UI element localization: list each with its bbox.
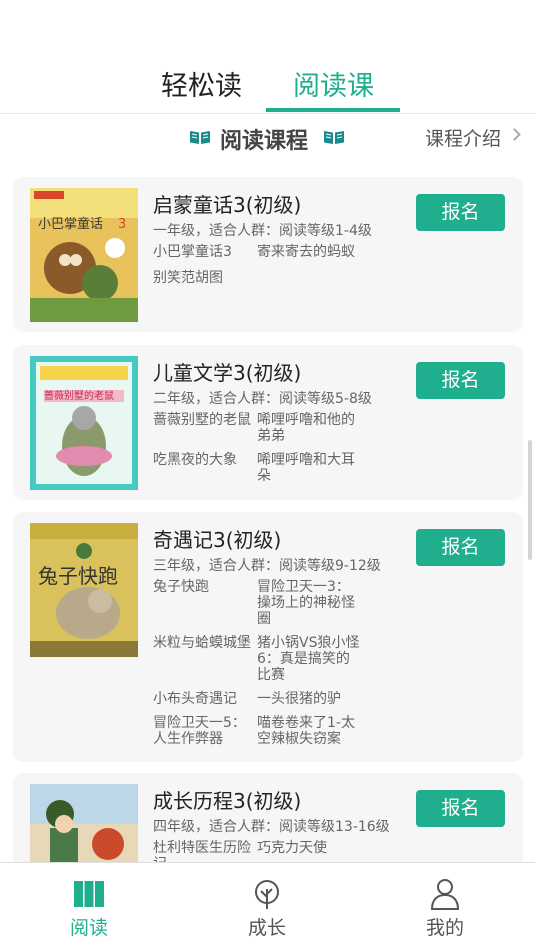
- course-card[interactable]: 小巴掌童话 3 启蒙童话3(初级) 一年级，适合人群：阅读等级1-4级 小巴掌童…: [13, 177, 523, 332]
- book-item[interactable]: 冒险卫天一5：人生作弊器: [153, 715, 257, 747]
- book-icon: [74, 881, 104, 907]
- course-cover-image[interactable]: [30, 784, 138, 862]
- nav-item-mine[interactable]: 我的: [356, 863, 534, 951]
- course-cover-image[interactable]: 兔子快跑: [30, 523, 138, 657]
- open-book-icon: [190, 131, 210, 144]
- course-card[interactable]: 成长历程3(初级) 四年级，适合人群：阅读等级13-16级 杜利特医生历险记 巧…: [13, 773, 523, 862]
- enroll-button[interactable]: 报名: [416, 529, 505, 566]
- cover-number-text: 3: [118, 217, 126, 232]
- book-list: 小巴掌童话3 寄来寄去的蚂蚁 别笑范胡图: [153, 244, 369, 286]
- course-intro-link[interactable]: 课程介绍: [425, 124, 501, 151]
- book-item[interactable]: 巧克力天使: [257, 840, 361, 862]
- book-item[interactable]: 唏哩呼噜和他的弟弟: [257, 412, 361, 444]
- course-meta: 三年级，适合人群：阅读等级9-12级: [153, 558, 381, 574]
- course-cover-image[interactable]: 蔷薇别墅的老鼠: [30, 356, 138, 490]
- tab-easy-reading[interactable]: 轻松读: [161, 64, 242, 103]
- nav-label: 我的: [425, 917, 464, 939]
- nav-label: 成长: [247, 917, 286, 939]
- book-item[interactable]: 喵卷卷来了1-太空辣椒失窃案: [257, 715, 361, 747]
- book-item[interactable]: 寄来寄去的蚂蚁: [257, 244, 361, 260]
- enroll-button[interactable]: 报名: [416, 194, 505, 231]
- course-meta: 一年级，适合人群：阅读等级1-4级: [153, 223, 372, 239]
- course-list[interactable]: 小巴掌童话 3 启蒙童话3(初级) 一年级，适合人群：阅读等级1-4级 小巴掌童…: [0, 160, 535, 862]
- course-meta: 四年级，适合人群：阅读等级13-16级: [153, 819, 390, 835]
- course-title: 儿童文学3(初级): [153, 361, 302, 385]
- course-title: 启蒙童话3(初级): [153, 193, 302, 217]
- open-book-icon: [324, 131, 344, 144]
- book-list: 兔子快跑 冒险卫天一3：操场上的神秘怪圈 米粒与蛤蟆城堡 猪小锅VS狼小怪6：真…: [153, 579, 369, 747]
- enroll-button[interactable]: 报名: [416, 790, 505, 827]
- nav-item-growth[interactable]: 成长: [178, 863, 356, 951]
- section-title: 阅读课程: [220, 129, 309, 154]
- course-title: 成长历程3(初级): [153, 789, 302, 813]
- scrollbar[interactable]: [528, 440, 532, 560]
- book-item[interactable]: 米粒与蛤蟆城堡: [153, 635, 257, 683]
- book-item[interactable]: 小巴掌童话3: [153, 244, 257, 260]
- course-card[interactable]: 兔子快跑 奇遇记3(初级) 三年级，适合人群：阅读等级9-12级 兔子快跑 冒险…: [13, 512, 523, 762]
- active-tab-indicator: [266, 108, 400, 112]
- cover-title-text: 小巴掌童话: [38, 216, 103, 232]
- book-item[interactable]: 兔子快跑: [153, 579, 257, 627]
- enroll-button[interactable]: 报名: [416, 362, 505, 399]
- book-item[interactable]: 吃黑夜的大象: [153, 452, 257, 484]
- cover-title-text: 蔷薇别墅的老鼠: [44, 389, 114, 402]
- nav-item-reading[interactable]: 阅读: [0, 863, 178, 951]
- course-meta: 二年级，适合人群：阅读等级5-8级: [153, 391, 372, 407]
- section-header: 阅读课程 课程介绍: [0, 120, 535, 154]
- book-item[interactable]: 一头很猪的驴: [257, 691, 361, 707]
- book-item[interactable]: 唏哩呼噜和大耳朵: [257, 452, 361, 484]
- book-list: 杜利特医生历险记 巧克力天使: [153, 840, 369, 862]
- course-title: 奇遇记3(初级): [153, 528, 282, 552]
- chevron-right-icon[interactable]: [508, 128, 521, 141]
- bottom-nav: 阅读 成长 我的: [0, 862, 535, 951]
- course-card[interactable]: 蔷薇别墅的老鼠 儿童文学3(初级) 二年级，适合人群：阅读等级5-8级 蔷薇别墅…: [13, 345, 523, 500]
- person-icon: [430, 879, 460, 910]
- book-list: 蔷薇别墅的老鼠 唏哩呼噜和他的弟弟 吃黑夜的大象 唏哩呼噜和大耳朵: [153, 412, 369, 484]
- book-item[interactable]: 杜利特医生历险记: [153, 840, 257, 862]
- course-cover-image[interactable]: 小巴掌童话 3: [30, 188, 138, 322]
- book-item[interactable]: 猪小锅VS狼小怪6：真是搞笑的比赛: [257, 635, 361, 683]
- cover-title-text: 兔子快跑: [38, 564, 118, 588]
- book-item[interactable]: 别笑范胡图: [153, 270, 257, 286]
- nav-label: 阅读: [69, 917, 108, 939]
- book-item[interactable]: 蔷薇别墅的老鼠: [153, 412, 257, 444]
- book-item[interactable]: 冒险卫天一3：操场上的神秘怪圈: [257, 579, 361, 627]
- tab-reading-course[interactable]: 阅读课: [293, 64, 374, 103]
- book-item[interactable]: 小布头奇遇记: [153, 691, 257, 707]
- top-tab-bar: 轻松读 阅读课: [0, 52, 535, 114]
- sprout-icon: [255, 880, 279, 909]
